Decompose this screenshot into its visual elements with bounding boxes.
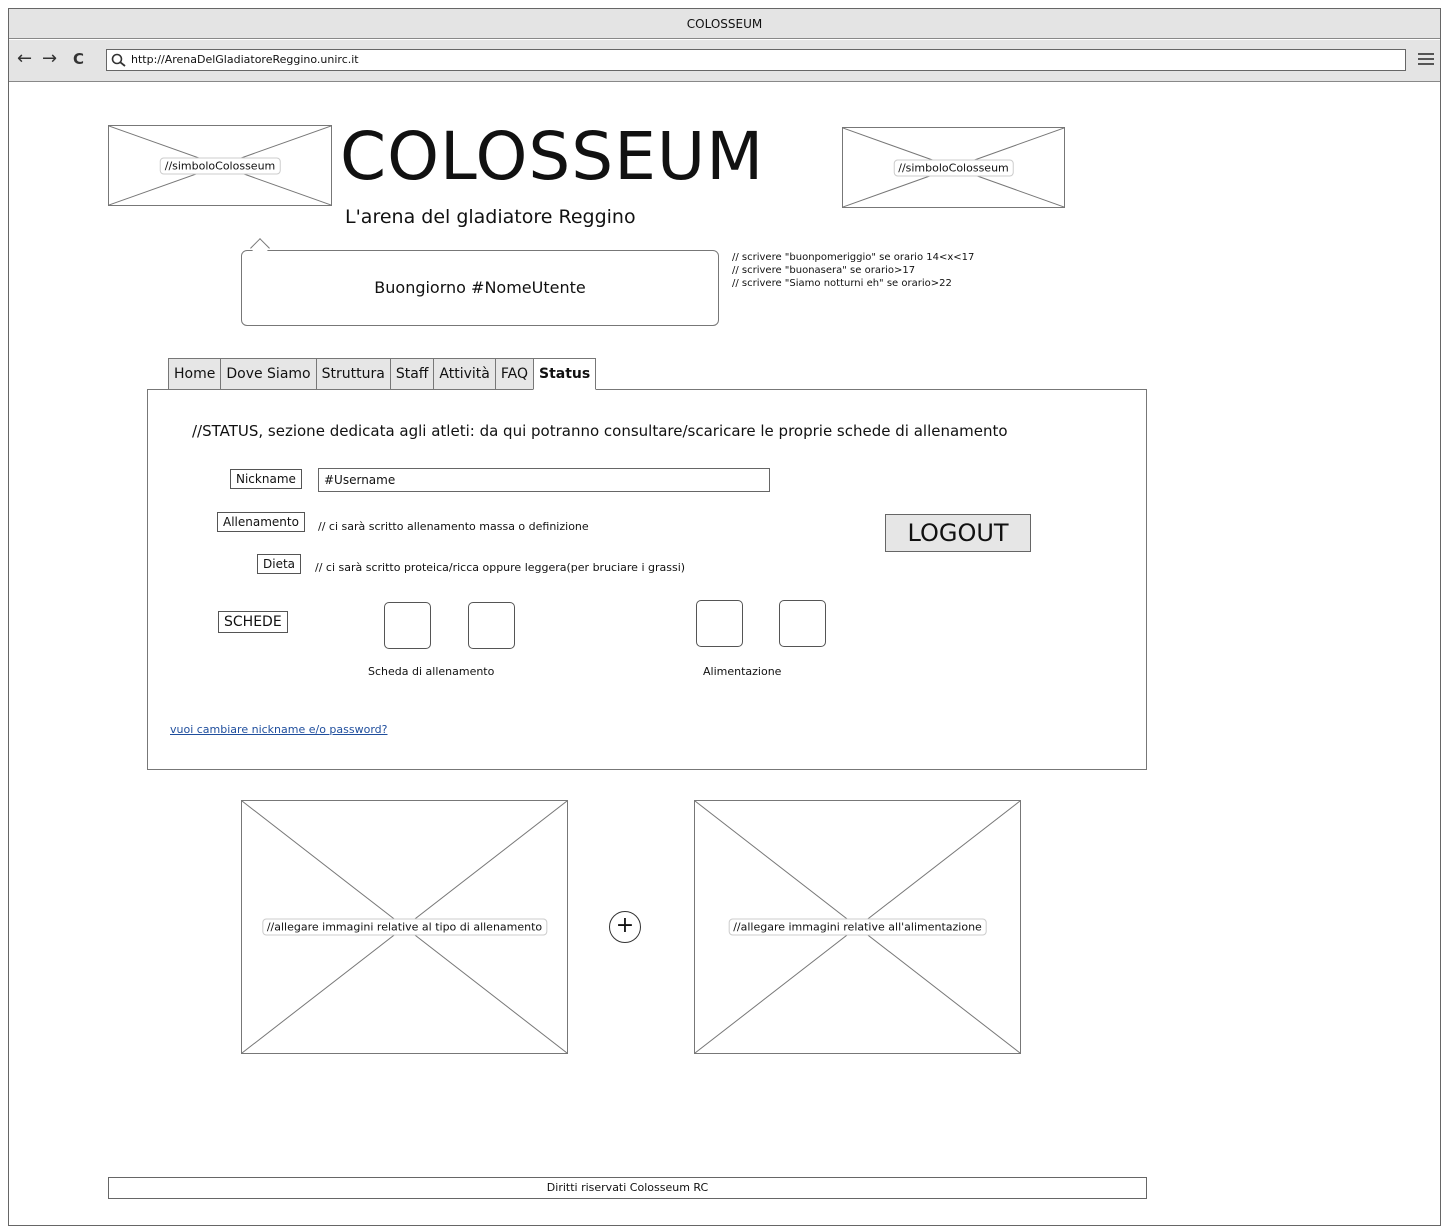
tab-attivita[interactable]: Attività [433,358,495,390]
tab-struttura[interactable]: Struttura [315,358,390,390]
reload-icon[interactable]: C [73,48,84,70]
window-title: COLOSSEUM [9,9,1440,39]
schede-label: SCHEDE [218,611,288,633]
site-subtitle: L'arena del gladiatore Reggino [345,206,636,228]
url-text: http://ArenaDelGladiatoreReggino.unirc.i… [131,53,359,66]
alimentazione-file-1[interactable] [696,600,743,647]
nickname-label: Nickname [230,469,302,489]
hamburger-menu-icon[interactable] [1418,50,1434,68]
allenamento-note: // ci sarà scritto allenamento massa o d… [318,520,589,533]
logo-left-label: //simboloColosseum [159,157,281,174]
greeting-note: // scrivere "Siamo notturni eh" se orari… [732,278,952,289]
greeting-text: Buongiorno #NomeUtente [374,278,586,297]
greeting-note: // scrivere "buonpomeriggio" se orario 1… [732,252,975,263]
footer: Diritti riservati Colosseum RC [108,1177,1147,1199]
scheda-allenamento-file-1[interactable] [384,602,431,649]
nutrition-image-label: //allegare immagini relative all'aliment… [728,918,987,936]
greeting-notes: // scrivere "buonpomeriggio" se orario 1… [732,251,974,290]
tab-status[interactable]: Status [533,358,597,390]
allenamento-label: Allenamento [217,512,305,532]
plus-icon[interactable]: + [609,911,641,943]
tab-faq[interactable]: FAQ [494,358,533,390]
change-credentials-link[interactable]: vuoi cambiare nickname e/o password? [170,723,388,736]
alimentazione-label: Alimentazione [703,665,782,678]
training-image-label: //allegare immagini relative al tipo di … [261,918,548,936]
forward-arrow-icon[interactable]: → [42,48,57,70]
alimentazione-file-2[interactable] [779,600,826,647]
logo-left-image: //simboloColosseum [108,125,332,206]
search-icon [111,53,126,67]
greeting-note: // scrivere "buonasera" se orario>17 [732,265,916,276]
scheda-allenamento-label: Scheda di allenamento [368,665,495,678]
url-input[interactable]: http://ArenaDelGladiatoreReggino.unirc.i… [106,49,1406,71]
dieta-note: // ci sarà scritto proteica/ricca oppure… [315,561,686,574]
logout-button[interactable]: LOGOUT [885,514,1031,552]
tab-dove-siamo[interactable]: Dove Siamo [220,358,316,390]
back-arrow-icon[interactable]: ← [17,48,32,70]
training-image-placeholder: //allegare immagini relative al tipo di … [241,800,568,1054]
site-title: COLOSSEUM [340,118,765,195]
nickname-input[interactable]: #Username [318,468,770,492]
tab-staff[interactable]: Staff [389,358,434,390]
dieta-label: Dieta [257,554,302,574]
logo-right-image: //simboloColosseum [842,127,1065,208]
status-panel: //STATUS, sezione dedicata agli atleti: … [147,389,1147,770]
greeting-bubble: Buongiorno #NomeUtente [241,250,719,326]
logo-right-label: //simboloColosseum [893,159,1014,176]
nutrition-image-placeholder: //allegare immagini relative all'aliment… [694,800,1021,1054]
status-heading: //STATUS, sezione dedicata agli atleti: … [192,422,1008,440]
browser-toolbar: ← → C http://ArenaDelGladiatoreReggino.u… [9,40,1440,82]
tab-home[interactable]: Home [168,358,221,390]
scheda-allenamento-file-2[interactable] [468,602,515,649]
main-tabs: Home Dove Siamo Struttura Staff Attività… [168,358,597,390]
